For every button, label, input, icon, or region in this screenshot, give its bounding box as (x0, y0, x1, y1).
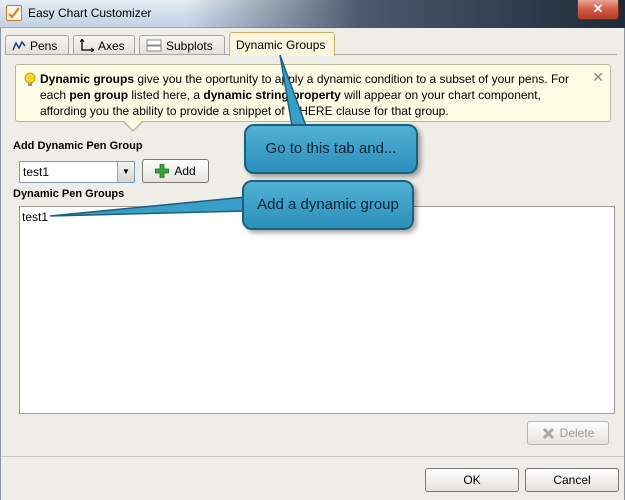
group-callout-pointer (49, 196, 247, 217)
tab-hint-callout: Go to this tab and... (244, 124, 418, 174)
group-hint-text: Add a dynamic group (257, 196, 399, 213)
group-hint-callout: Add a dynamic group (242, 180, 414, 230)
tab-hint-text: Go to this tab and... (265, 140, 397, 157)
callout-pointers (49, 54, 308, 217)
tab-callout-pointer (279, 54, 308, 127)
